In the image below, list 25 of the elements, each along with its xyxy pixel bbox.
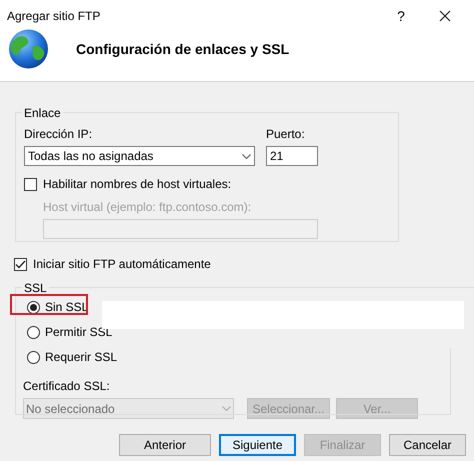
checkbox-label: Habilitar nombres de host virtuales:	[43, 176, 232, 193]
host-label: Host virtual (ejemplo: ftp.contoso.com):	[43, 199, 252, 216]
globe-icon	[8, 28, 49, 70]
dialog-button[interactable]: Cancelar	[389, 434, 466, 456]
chevron-down-icon	[242, 154, 251, 158]
radio-label: Sin SSL	[45, 299, 88, 316]
close-icon	[439, 10, 451, 22]
port-field[interactable]: 21	[266, 146, 318, 166]
ip-dropdown[interactable]: Todas las no asignadas	[24, 146, 255, 166]
port-label: Puerto:	[266, 126, 306, 143]
radio-label: Requerir SSL	[45, 349, 118, 366]
certificate-label: Certificado SSL:	[23, 378, 111, 395]
ip-label: Dirección IP:	[24, 126, 94, 143]
page-heading: Configuración de enlaces y SSL	[76, 40, 290, 59]
window-title: Agregar sitio FTP	[7, 8, 100, 25]
chevron-down-icon	[222, 406, 231, 411]
radio-button[interactable]	[27, 326, 40, 338]
dialog-button[interactable]: Anterior	[119, 434, 211, 456]
help-button[interactable]: ?	[389, 4, 413, 28]
checkbox-label: Iniciar sitio FTP automáticamente	[33, 256, 211, 273]
radio-button[interactable]	[27, 350, 40, 364]
checkbox[interactable]	[24, 178, 37, 190]
checkbox[interactable]	[14, 258, 27, 270]
dialog-button[interactable]: Siguiente	[219, 434, 296, 456]
radio-button[interactable]	[27, 300, 40, 314]
